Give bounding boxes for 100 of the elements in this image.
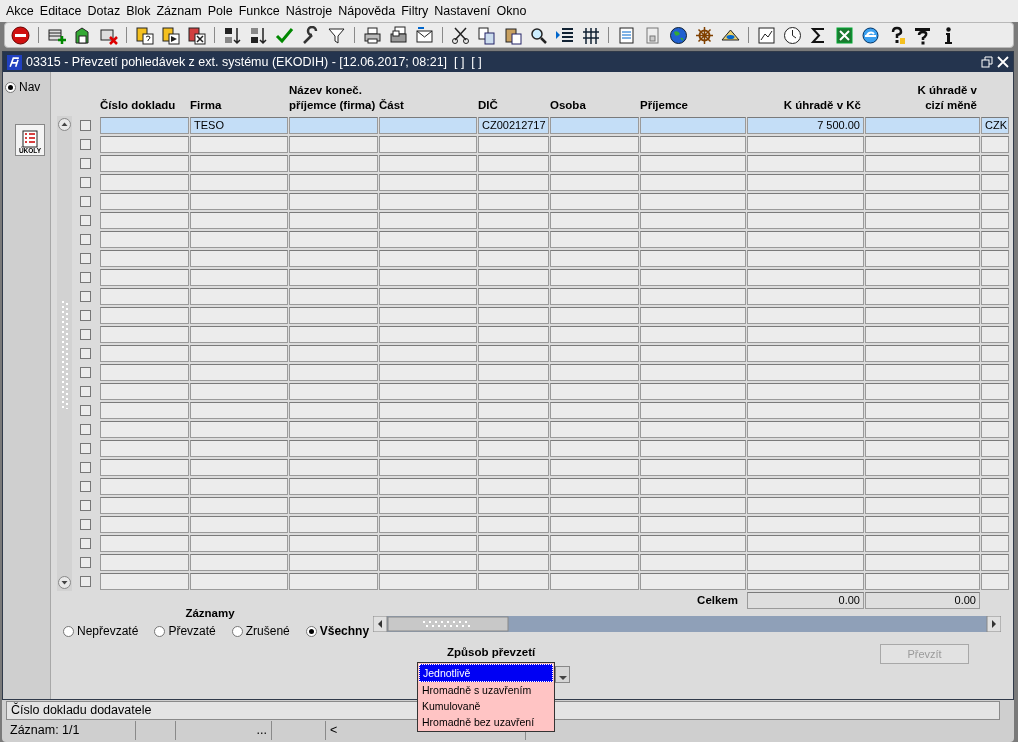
table-cell[interactable] <box>379 288 477 305</box>
table-cell[interactable] <box>289 516 378 533</box>
row-checkbox[interactable] <box>80 462 91 473</box>
table-cell[interactable] <box>100 288 189 305</box>
table-cell[interactable] <box>379 250 477 267</box>
table-cell[interactable]: CZK <box>981 117 1009 134</box>
table-cell[interactable] <box>981 345 1009 362</box>
table-cell[interactable] <box>981 193 1009 210</box>
table-cell[interactable] <box>865 516 980 533</box>
magnifier-icon[interactable] <box>529 25 548 45</box>
table-cell[interactable] <box>550 554 639 571</box>
table-cell[interactable] <box>478 421 549 438</box>
scroll-grip[interactable] <box>60 298 69 409</box>
table-cell[interactable] <box>100 421 189 438</box>
menu-item[interactable]: Pole <box>204 1 236 21</box>
filter-radio[interactable]: Zrušené <box>231 622 290 640</box>
table-cell[interactable] <box>379 193 477 210</box>
table-cell[interactable] <box>289 440 378 457</box>
columns-icon[interactable] <box>581 25 600 45</box>
table-cell[interactable] <box>747 478 864 495</box>
table-cell[interactable] <box>478 212 549 229</box>
table-cell[interactable] <box>981 326 1009 343</box>
table-cell[interactable] <box>550 117 639 134</box>
table-cell[interactable] <box>190 516 288 533</box>
table-cell[interactable] <box>640 478 746 495</box>
table-cell[interactable] <box>289 155 378 172</box>
table-cell[interactable] <box>100 573 189 590</box>
envelope-icon[interactable] <box>415 25 434 45</box>
table-cell[interactable] <box>550 402 639 419</box>
table-cell[interactable] <box>289 250 378 267</box>
table-cell[interactable] <box>100 307 189 324</box>
table-cell[interactable] <box>550 193 639 210</box>
dropdown-option[interactable]: Jednotlivě <box>419 664 553 682</box>
table-cell[interactable] <box>100 535 189 552</box>
table-cell[interactable] <box>981 250 1009 267</box>
row-checkbox[interactable] <box>80 139 91 150</box>
table-cell[interactable] <box>478 573 549 590</box>
table-cell[interactable] <box>981 554 1009 571</box>
row-checkbox[interactable] <box>80 291 91 302</box>
table-cell[interactable] <box>550 155 639 172</box>
table-cell[interactable] <box>289 193 378 210</box>
table-cell[interactable] <box>478 554 549 571</box>
table-cell[interactable] <box>747 573 864 590</box>
scissors-icon[interactable] <box>451 25 470 45</box>
table-cell[interactable] <box>640 516 746 533</box>
table-cell[interactable] <box>747 136 864 153</box>
table-cell[interactable] <box>478 269 549 286</box>
table-cell[interactable] <box>379 497 477 514</box>
exit-icon[interactable] <box>11 25 30 45</box>
table-cell[interactable] <box>478 174 549 191</box>
menu-item[interactable]: Dotaz <box>84 1 124 21</box>
table-cell[interactable] <box>478 535 549 552</box>
table-cell[interactable] <box>981 288 1009 305</box>
table-cell[interactable] <box>865 497 980 514</box>
globe-icon[interactable] <box>669 25 688 45</box>
row-checkbox[interactable] <box>80 310 91 321</box>
row-checkbox[interactable] <box>80 272 91 283</box>
row-checkbox[interactable] <box>80 158 91 169</box>
table-cell[interactable] <box>640 155 746 172</box>
table-cell[interactable] <box>100 459 189 476</box>
table-cell[interactable] <box>747 212 864 229</box>
table-cell[interactable] <box>190 155 288 172</box>
table-cell[interactable] <box>190 554 288 571</box>
scroll-up-button[interactable] <box>58 118 71 131</box>
table-cell[interactable] <box>747 250 864 267</box>
table-cell[interactable] <box>478 383 549 400</box>
table-cell[interactable] <box>640 136 746 153</box>
table-cell[interactable] <box>190 269 288 286</box>
table-cell[interactable] <box>640 364 746 381</box>
table-cell[interactable] <box>640 535 746 552</box>
table-cell[interactable] <box>190 326 288 343</box>
table-cell[interactable] <box>100 497 189 514</box>
menu-item[interactable]: Nástroje <box>282 1 336 21</box>
table-cell[interactable] <box>190 535 288 552</box>
filter-radio[interactable]: Převzaté <box>154 622 216 640</box>
dropdown-option[interactable]: Kumulovaně <box>419 698 553 714</box>
table-cell[interactable] <box>865 174 980 191</box>
table-cell[interactable] <box>190 288 288 305</box>
table-cell[interactable] <box>865 231 980 248</box>
table-cell[interactable] <box>981 174 1009 191</box>
table-cell[interactable] <box>100 554 189 571</box>
table-cell[interactable] <box>550 459 639 476</box>
table-cell[interactable] <box>289 174 378 191</box>
menu-item[interactable]: Nastavení <box>431 1 494 21</box>
table-cell[interactable] <box>550 440 639 457</box>
table-cell[interactable] <box>379 364 477 381</box>
table-cell[interactable] <box>100 212 189 229</box>
table-cell[interactable] <box>478 250 549 267</box>
table-cell[interactable] <box>190 478 288 495</box>
table-cell[interactable] <box>865 307 980 324</box>
table-cell[interactable] <box>190 345 288 362</box>
row-checkbox[interactable] <box>80 329 91 340</box>
table-cell[interactable] <box>865 117 980 134</box>
table-cell[interactable] <box>289 421 378 438</box>
table-cell[interactable] <box>747 364 864 381</box>
dropdown-option[interactable]: Hromadně s uzavřením <box>419 682 553 698</box>
table-cell[interactable] <box>640 421 746 438</box>
table-cell[interactable] <box>747 402 864 419</box>
table-cell[interactable] <box>981 459 1009 476</box>
row-checkbox[interactable] <box>80 557 91 568</box>
